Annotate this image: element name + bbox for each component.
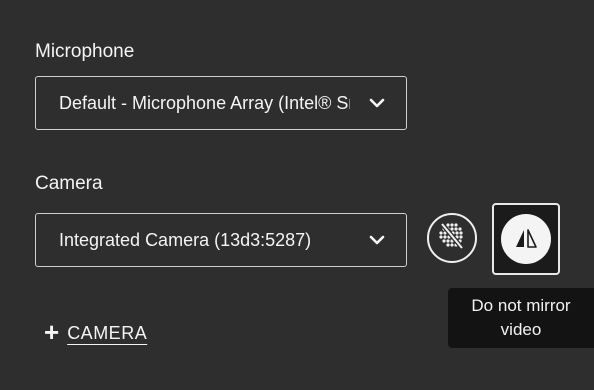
mirror-tooltip: Do not mirror video [448, 288, 594, 348]
background-effects-icon [435, 219, 469, 258]
camera-selected-value: Integrated Camera (13d3:5287) [59, 229, 312, 250]
microphone-label: Microphone [35, 41, 135, 62]
tooltip-line-1: Do not mirror [471, 296, 571, 315]
camera-select[interactable]: Integrated Camera (13d3:5287) [35, 213, 407, 267]
chevron-down-icon [368, 234, 386, 246]
mirror-icon [501, 214, 551, 264]
add-camera-button[interactable]: + CAMERA [44, 317, 148, 347]
microphone-select[interactable]: Default - Microphone Array (Intel® Smart… [35, 76, 407, 130]
background-effects-button[interactable] [427, 213, 477, 263]
plus-icon: + [44, 317, 60, 347]
microphone-selected-value: Default - Microphone Array (Intel® Smart… [59, 92, 350, 113]
camera-label: Camera [35, 173, 103, 194]
add-camera-label: CAMERA [67, 322, 148, 343]
mirror-video-button[interactable] [492, 203, 560, 275]
chevron-down-icon [368, 97, 386, 109]
tooltip-line-2: video [500, 320, 542, 339]
